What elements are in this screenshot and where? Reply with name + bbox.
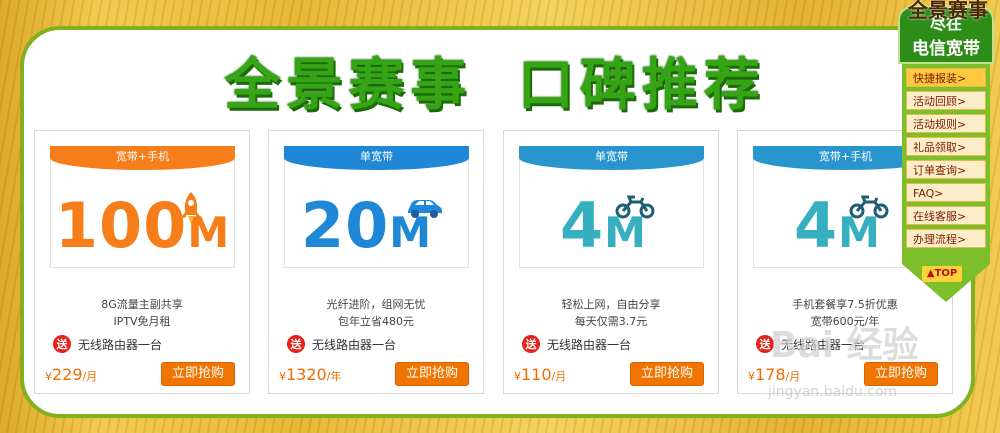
buy-now-button[interactable]: 立即抢购	[161, 362, 235, 386]
card-banner[interactable]: 宽带+手机 100M	[50, 146, 235, 268]
watermark-logo: Bai 经验	[770, 325, 919, 366]
sidenav-item-support[interactable]: 在线客服>	[906, 206, 986, 225]
page-title: 全景赛事 口碑推荐	[0, 40, 990, 121]
car-icon	[408, 200, 442, 218]
sidenav-header-line2: 电信宽带	[912, 39, 980, 59]
watermark-url: jingyan.baidu.com	[768, 384, 898, 400]
sidenav-menu: 快捷报装> 活动回顾> 活动规则> 礼品领取> 订单查询> FAQ> 在线客服>…	[902, 64, 990, 264]
card-ribbon: 宽带+手机	[50, 146, 235, 170]
buy-now-button[interactable]: 立即抢购	[395, 362, 469, 386]
gift-badge: 送	[287, 335, 305, 353]
sidenav-item-process[interactable]: 办理流程>	[906, 229, 986, 248]
side-navigation: 尽在 电信宽带 全景赛事 快捷报装> 活动回顾> 活动规则> 礼品领取> 订单查…	[898, 0, 998, 305]
motorbike-icon	[849, 195, 889, 219]
sidenav-item-rules[interactable]: 活动规则>	[906, 114, 986, 133]
card-description: 轻松上网，自由分享 每天仅需3.7元	[561, 298, 661, 328]
gift-badge: 送	[522, 335, 540, 353]
back-to-top-button[interactable]: ▲TOP	[922, 266, 962, 282]
title-part1: 全景赛事	[224, 53, 473, 118]
sidenav-item-gifts[interactable]: 礼品领取>	[906, 137, 986, 156]
sidenav-item-review[interactable]: 活动回顾>	[906, 91, 986, 110]
speed-value: 100M	[54, 189, 231, 262]
gift-badge: 送	[53, 335, 71, 353]
card-description: 8G流量主副共享 IPTV免月租	[101, 298, 183, 328]
sidenav-title: 全景赛事	[908, 0, 988, 22]
buy-now-button[interactable]: 立即抢购	[630, 362, 704, 386]
rocket-icon	[180, 192, 202, 224]
card-ribbon: 单宽带	[519, 146, 704, 170]
price: ¥1320/年	[279, 365, 342, 384]
sidenav-item-quick-install[interactable]: 快捷报装>	[906, 68, 986, 87]
product-card-20m: 单宽带 20M 光纤进阶，组网无忧 包年立省480元 送 无线路由器一台 ¥13…	[268, 130, 484, 394]
sidenav-item-faq[interactable]: FAQ>	[906, 183, 986, 202]
card-description: 光纤进阶，组网无忧 包年立省480元	[326, 298, 426, 328]
product-card-100m: 宽带+手机 100M 8G流量主副共享 IPTV免月租 送 无线路由器一台 ¥2…	[34, 130, 250, 394]
price: ¥110/月	[514, 365, 567, 384]
card-banner[interactable]: 单宽带 4M	[519, 146, 704, 268]
card-ribbon: 单宽带	[284, 146, 469, 170]
gift-text: 无线路由器一台	[78, 337, 163, 352]
gift-text: 无线路由器一台	[547, 337, 632, 352]
sidenav-item-orders[interactable]: 订单查询>	[906, 160, 986, 179]
gift-info: 送 无线路由器一台	[53, 335, 162, 353]
card-banner[interactable]: 单宽带 20M	[284, 146, 469, 268]
gift-text: 无线路由器一台	[312, 337, 397, 352]
product-card-4m: 单宽带 4M 轻松上网，自由分享 每天仅需3.7元 送 无线路由器一台 ¥110…	[503, 130, 719, 394]
gift-info: 送 无线路由器一台	[287, 335, 396, 353]
price: ¥229/月	[45, 365, 98, 384]
title-part2: 口碑推荐	[517, 53, 766, 118]
speed-value: 4M	[560, 189, 647, 262]
gift-info: 送 无线路由器一台	[522, 335, 631, 353]
motorbike-icon	[615, 195, 655, 219]
